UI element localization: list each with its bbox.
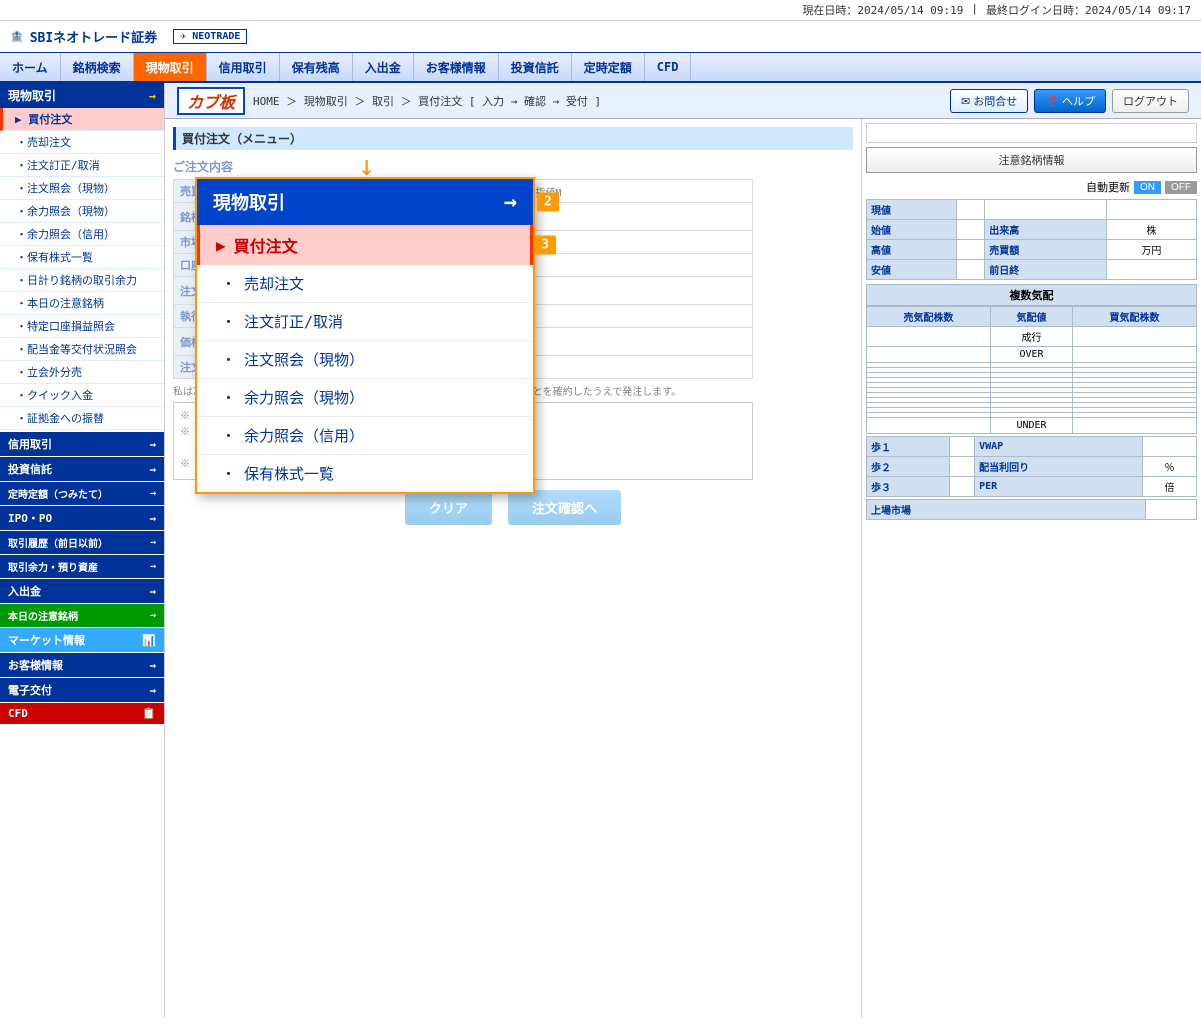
dropdown-item-holdings[interactable]: ・ 保有株式一覧	[197, 455, 533, 492]
sidebar-item-quick[interactable]: ・クイック入金	[0, 384, 164, 407]
yasu-label: 安値	[867, 260, 957, 280]
sidebar-item-hizuke[interactable]: ・日計り銘柄の取引余力	[0, 269, 164, 292]
auto-update-off[interactable]: OFF	[1165, 181, 1197, 194]
bullet-icon: ・	[221, 273, 236, 294]
nav-shinyou[interactable]: 信用取引	[207, 53, 280, 81]
caution-button[interactable]: 注意銘柄情報	[866, 147, 1197, 173]
sidebar-section-denshi[interactable]: 電子交付→	[0, 678, 164, 702]
auto-update-section: 自動更新 ON OFF	[866, 179, 1197, 195]
nav-home[interactable]: ホーム	[0, 53, 61, 81]
sidebar-section-okyakusama[interactable]: お客様情報→	[0, 653, 164, 677]
price-info-table: 現値 始値 出来高 株 高値 売買額	[866, 199, 1197, 280]
sidebar-section-ipo[interactable]: IPO・PO→	[0, 506, 164, 530]
auto-update-on[interactable]: ON	[1134, 181, 1161, 194]
sidebar-section-yoryoku[interactable]: 取引余力・預り資産→	[0, 555, 164, 578]
sidebar-section-shinyou[interactable]: 信用取引→	[0, 432, 164, 456]
badge-3: 3	[534, 236, 556, 255]
sidebar-item-hosho[interactable]: ・証拠金への振替	[0, 407, 164, 430]
bullet-icon: ・	[221, 425, 236, 446]
fukusu-table: 売気配株数 気配値 買気配株数 成行 OVER	[866, 306, 1197, 434]
jojo-table: 上場市場	[866, 499, 1197, 520]
datetime-label: 現在日時：2024/05/14 09:19	[802, 2, 963, 18]
sidebar-section-market[interactable]: マーケット情報📊	[0, 628, 164, 652]
sidebar-item-yoryoku-shin[interactable]: ・余力照会（信用）	[0, 223, 164, 246]
nav-holdings[interactable]: 保有残高	[280, 53, 353, 81]
taka-label: 高値	[867, 240, 957, 260]
fukusu-section: 複数気配 売気配株数 気配値 買気配株数 成行	[866, 284, 1197, 434]
sidebar-item-sell[interactable]: ・売却注文	[0, 131, 164, 154]
genge-label: 現値	[867, 200, 957, 220]
sidebar-item-haito[interactable]: ・配当金等交付状況照会	[0, 338, 164, 361]
sidebar-item-chuui[interactable]: ・本日の注意銘柄	[0, 292, 164, 315]
breadcrumb: HOME ＞ 現物取引 ＞ 取引 ＞ 買付注文 [ 入力 → 確認 → 受付 ]	[253, 93, 601, 109]
nav-teiji[interactable]: 定時定額	[572, 53, 645, 81]
bullet-icon: ・	[221, 387, 236, 408]
nav-genbutsu[interactable]: 現物取引	[134, 53, 207, 81]
sidebar-item-holdings[interactable]: ・保有株式一覧	[0, 246, 164, 269]
dropdown-overlay: 現物取引 → 2 ▶ 買付注文 3 ・ 売却注文	[195, 177, 535, 494]
dropdown-item-yoryoku-shin[interactable]: ・ 余力照会（信用）	[197, 417, 533, 455]
sidebar-item-buy[interactable]: ▶ 買付注文	[0, 108, 164, 131]
bullet-icon: ・	[221, 463, 236, 484]
ayumi-table: 歩１ VWAP 歩２ 配当利回り ％ 歩３ PER	[866, 436, 1197, 497]
help-button[interactable]: ❓ ヘルプ	[1034, 89, 1106, 113]
clear-button[interactable]: クリア	[405, 490, 492, 525]
badge-2: 2	[537, 193, 559, 212]
sidebar-item-tachiai[interactable]: ・立会外分売	[0, 361, 164, 384]
order-content-title: ご注文内容	[173, 158, 853, 175]
sidebar-item-inquiry[interactable]: ・注文照会（現物）	[0, 177, 164, 200]
sidebar-section-teiji[interactable]: 定時定額（つみたて）→	[0, 482, 164, 505]
right-top-empty	[866, 123, 1197, 143]
sidebar: 現物取引 → ▶ 買付注文 ・売却注文 ・注文訂正/取消 ・注文照会（現物） ・…	[0, 83, 165, 1018]
confirm-button[interactable]: 注文確認へ	[508, 490, 621, 525]
page-title: 買付注文（メニュー）	[173, 127, 853, 150]
sidebar-item-amend[interactable]: ・注文訂正/取消	[0, 154, 164, 177]
neotrade-badge: ✈ NEOTRADE	[173, 29, 247, 44]
sidebar-section-toshi[interactable]: 投資信託→	[0, 457, 164, 481]
nav-deposits[interactable]: 入出金	[353, 53, 414, 81]
dropdown-arrow-icon: →	[504, 190, 517, 215]
brand-logo: 🏦 SBIネオトレード証券	[10, 27, 157, 46]
auto-update-label: 自動更新	[1086, 179, 1130, 195]
dropdown-arrow-indicator: →	[352, 159, 385, 176]
nav-cfd[interactable]: CFD	[645, 53, 692, 81]
sidebar-item-tokutei[interactable]: ・特定口座損益照会	[0, 315, 164, 338]
right-panel: 注意銘柄情報 自動更新 ON OFF 現値 始値	[861, 119, 1201, 1018]
nav-toshi[interactable]: 投資信託	[499, 53, 572, 81]
kabu-logo: カブ板	[177, 87, 245, 115]
main-nav: ホーム 銘柄検索 現物取引 信用取引 保有残高 入出金 お客様情報 投資信託 定…	[0, 53, 1201, 83]
sidebar-section-chuui-main[interactable]: 本日の注意銘柄→	[0, 604, 164, 627]
contact-button[interactable]: ✉ お問合せ	[950, 89, 1028, 113]
sidebar-section-nyushukkin[interactable]: 入出金→	[0, 579, 164, 603]
dropdown-item-sell[interactable]: ・ 売却注文	[197, 265, 533, 303]
sidebar-section-torihiki[interactable]: 取引履歴（前日以前）→	[0, 531, 164, 554]
hajime-label: 始値	[867, 220, 957, 240]
dropdown-item-amend[interactable]: ・ 注文訂正/取消	[197, 303, 533, 341]
sidebar-item-yoryoku-gen[interactable]: ・余力照会（現物）	[0, 200, 164, 223]
bullet-icon: ・	[221, 311, 236, 332]
bullet-icon: ・	[221, 349, 236, 370]
dropdown-active-bullet: ▶	[216, 236, 226, 255]
last-login-label: 最終ログイン日時：2024/05/14 09:17	[986, 2, 1191, 18]
sidebar-section-cfd[interactable]: CFD📋	[0, 703, 164, 724]
nav-customer[interactable]: お客様情報	[414, 53, 499, 81]
nav-search[interactable]: 銘柄検索	[61, 53, 134, 81]
dropdown-item-yoryoku-gen[interactable]: ・ 余力照会（現物）	[197, 379, 533, 417]
dropdown-item-inquiry[interactable]: ・ 注文照会（現物）	[197, 341, 533, 379]
dropdown-active-item[interactable]: ▶ 買付注文 3	[197, 225, 533, 265]
fukusu-header: 複数気配	[866, 284, 1197, 306]
sidebar-section-genbutsu[interactable]: 現物取引 →	[0, 83, 164, 108]
dropdown-header[interactable]: 現物取引 → 2	[197, 179, 533, 225]
logout-button[interactable]: ログアウト	[1112, 89, 1189, 113]
